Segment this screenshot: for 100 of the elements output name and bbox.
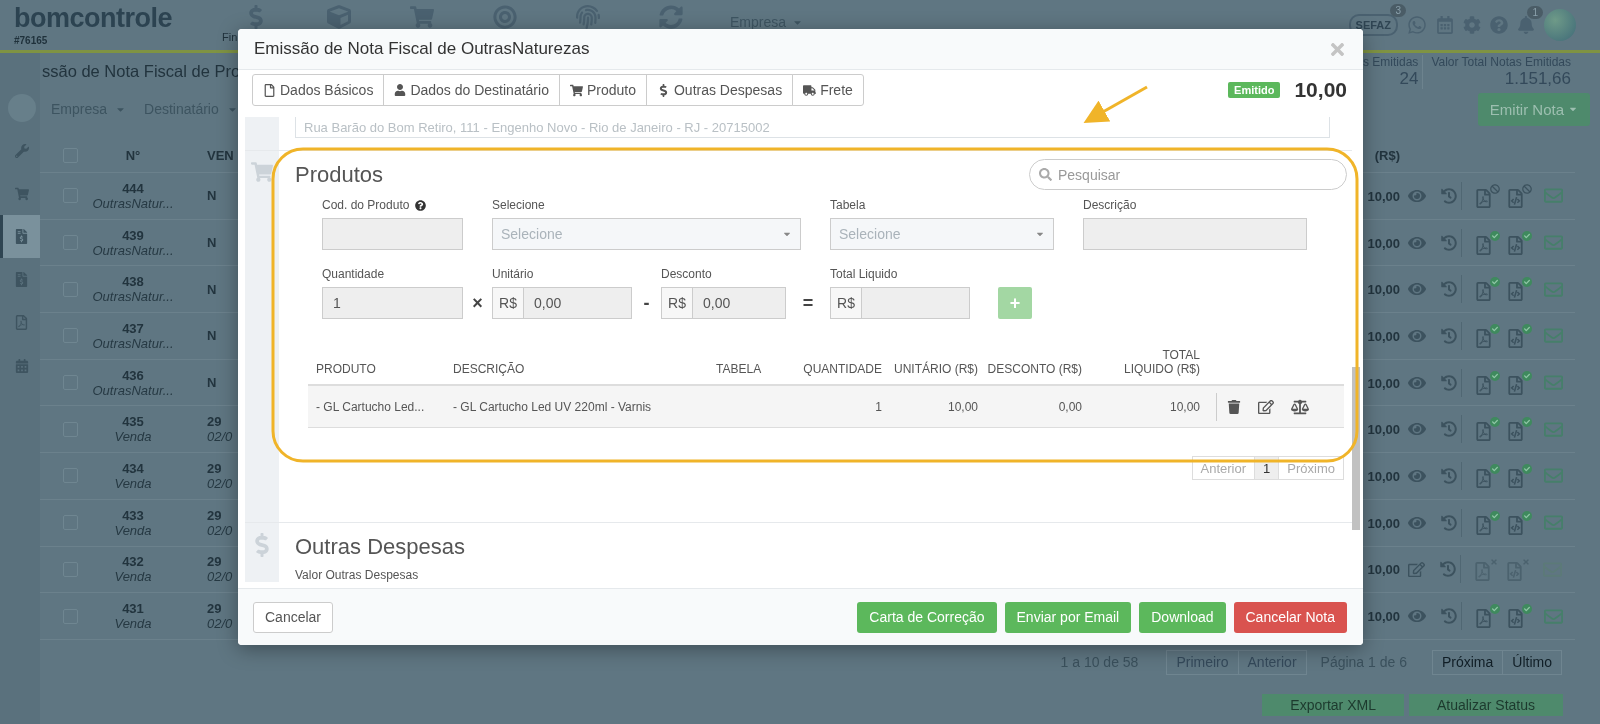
table-cell: OutrasNatur... <box>92 289 174 305</box>
scrollbar-thumb[interactable] <box>1352 367 1360 530</box>
action-button[interactable]: Download <box>1139 601 1226 633</box>
table-cell: 431 <box>122 601 144 617</box>
mail-icon[interactable] <box>1544 279 1563 299</box>
target-icon[interactable] <box>492 5 517 29</box>
address-select[interactable]: Rua Barão do Bom Retiro, 111 - Engenho Novo - Rio de Janeiro - RJ - 20715002 <box>295 117 1330 138</box>
action-button[interactable]: Enviar por Email <box>1004 601 1132 633</box>
cart-icon <box>14 186 29 201</box>
pdf-file-icon[interactable] <box>1474 417 1500 442</box>
tab[interactable]: Produto <box>558 74 647 106</box>
table-cell: 436 <box>122 367 144 383</box>
column-header: UNITÁRIO (R$) <box>893 362 979 376</box>
sidebar-item[interactable] <box>0 215 40 258</box>
user-icon <box>394 84 407 96</box>
table-cell: 29 <box>207 601 222 617</box>
input-field[interactable]: 1 <box>322 287 463 319</box>
cancel-button[interactable]: Cancelar <box>253 601 334 633</box>
select-field[interactable]: Selecione <box>830 218 1054 250</box>
history-icon[interactable] <box>1441 421 1457 438</box>
scale-icon[interactable] <box>1291 397 1309 416</box>
table-cell-text: 0,00 <box>1057 399 1083 414</box>
pdf-file-icon[interactable] <box>1474 230 1500 255</box>
tab[interactable]: Dados Básicos <box>252 74 385 106</box>
action-button[interactable]: Cancelar Nota <box>1233 601 1347 633</box>
code-file-icon[interactable] <box>1506 463 1532 488</box>
tab[interactable]: Frete <box>792 74 864 106</box>
search-field[interactable]: Pesquisar <box>1029 159 1347 190</box>
select-field[interactable]: Selecione <box>492 218 801 250</box>
code-file-icon[interactable] <box>1506 323 1532 348</box>
input-field[interactable] <box>1083 218 1307 250</box>
fingerprint-icon[interactable] <box>575 5 600 29</box>
mail-icon[interactable] <box>1544 513 1563 533</box>
pdf-file-icon[interactable] <box>1474 183 1500 208</box>
pdf-file-icon[interactable] <box>1474 463 1500 488</box>
notification-badge: 1 <box>1527 6 1543 19</box>
code-file-icon[interactable] <box>1506 183 1532 208</box>
action-button[interactable]: Carta de Correção <box>857 601 997 633</box>
pdf-file-icon[interactable] <box>1474 370 1500 395</box>
input-field[interactable]: 0,00 <box>692 287 786 319</box>
annotation-arrow <box>1083 85 1148 123</box>
pdf-file-icon[interactable] <box>1474 604 1500 629</box>
table-cell: 435 <box>122 414 144 430</box>
search-icon <box>1039 168 1052 181</box>
table-cell: 10,00 <box>1367 515 1400 531</box>
input-field[interactable]: 0,00 <box>523 287 632 319</box>
history-icon[interactable] <box>1441 327 1457 344</box>
help-icon[interactable] <box>415 199 427 211</box>
history-icon[interactable] <box>1441 281 1457 298</box>
emit-button[interactable]: Emitir Nota <box>1477 92 1590 126</box>
mail-icon[interactable] <box>1544 326 1563 346</box>
history-icon[interactable] <box>1441 187 1457 204</box>
history-icon[interactable] <box>1441 514 1457 531</box>
tab[interactable]: Outras Despesas <box>645 74 794 106</box>
history-icon[interactable] <box>1441 467 1457 484</box>
operator-sign: - <box>642 291 651 315</box>
cube-icon[interactable] <box>326 5 351 29</box>
code-file-icon[interactable] <box>1506 604 1532 629</box>
trash-icon[interactable] <box>1227 399 1241 414</box>
history-icon[interactable] <box>1440 561 1456 578</box>
avatar[interactable] <box>1544 9 1576 41</box>
pdf-file-icon[interactable] <box>1474 277 1500 302</box>
mail-icon[interactable] <box>1544 466 1563 486</box>
calendar-icon <box>14 358 29 373</box>
pdf-file-icon[interactable] <box>1474 323 1500 348</box>
cart-icon[interactable] <box>409 5 434 29</box>
input-field[interactable] <box>322 218 463 250</box>
bell-icon[interactable] <box>1517 16 1535 34</box>
table-cell: 434 <box>122 460 144 476</box>
tab[interactable]: Dados do Destinatário <box>383 74 560 106</box>
mail-icon[interactable] <box>1544 233 1563 253</box>
section-title: Produtos <box>295 161 384 188</box>
mail-icon[interactable] <box>1544 186 1563 206</box>
pagination-button[interactable]: Último <box>1502 649 1562 675</box>
code-file-icon[interactable] <box>1506 370 1532 395</box>
nav-label[interactable]: Fin <box>222 31 238 43</box>
column-header: TABELA <box>715 362 763 376</box>
action-button[interactable]: Exportar XML <box>1262 693 1404 716</box>
history-icon[interactable] <box>1441 234 1457 251</box>
field-label: Tabela <box>830 198 866 212</box>
wrench-icon <box>14 143 29 158</box>
mail-icon[interactable] <box>1544 419 1563 439</box>
history-icon[interactable] <box>1441 608 1457 625</box>
code-file-icon[interactable] <box>1506 230 1532 255</box>
input-field[interactable] <box>861 287 970 319</box>
sync-icon[interactable] <box>658 5 683 29</box>
mail-icon[interactable] <box>1544 606 1563 626</box>
code-file-icon[interactable] <box>1506 510 1532 535</box>
history-icon[interactable] <box>1441 374 1457 391</box>
table-cell: 10,00 <box>1367 609 1400 625</box>
mail-icon[interactable] <box>1544 373 1563 393</box>
table-cell: 10,00 <box>1367 235 1400 251</box>
action-button[interactable]: Atualizar Status <box>1408 693 1563 716</box>
code-file-icon[interactable] <box>1506 417 1532 442</box>
table-cell: 02/0 <box>207 475 233 491</box>
code-file-icon[interactable] <box>1506 277 1532 302</box>
pdf-file-icon[interactable] <box>1474 510 1500 535</box>
pdf-file-icon <box>14 315 29 330</box>
pagination-button[interactable]: Próxima <box>1431 649 1504 675</box>
edit-icon[interactable] <box>1258 398 1274 415</box>
